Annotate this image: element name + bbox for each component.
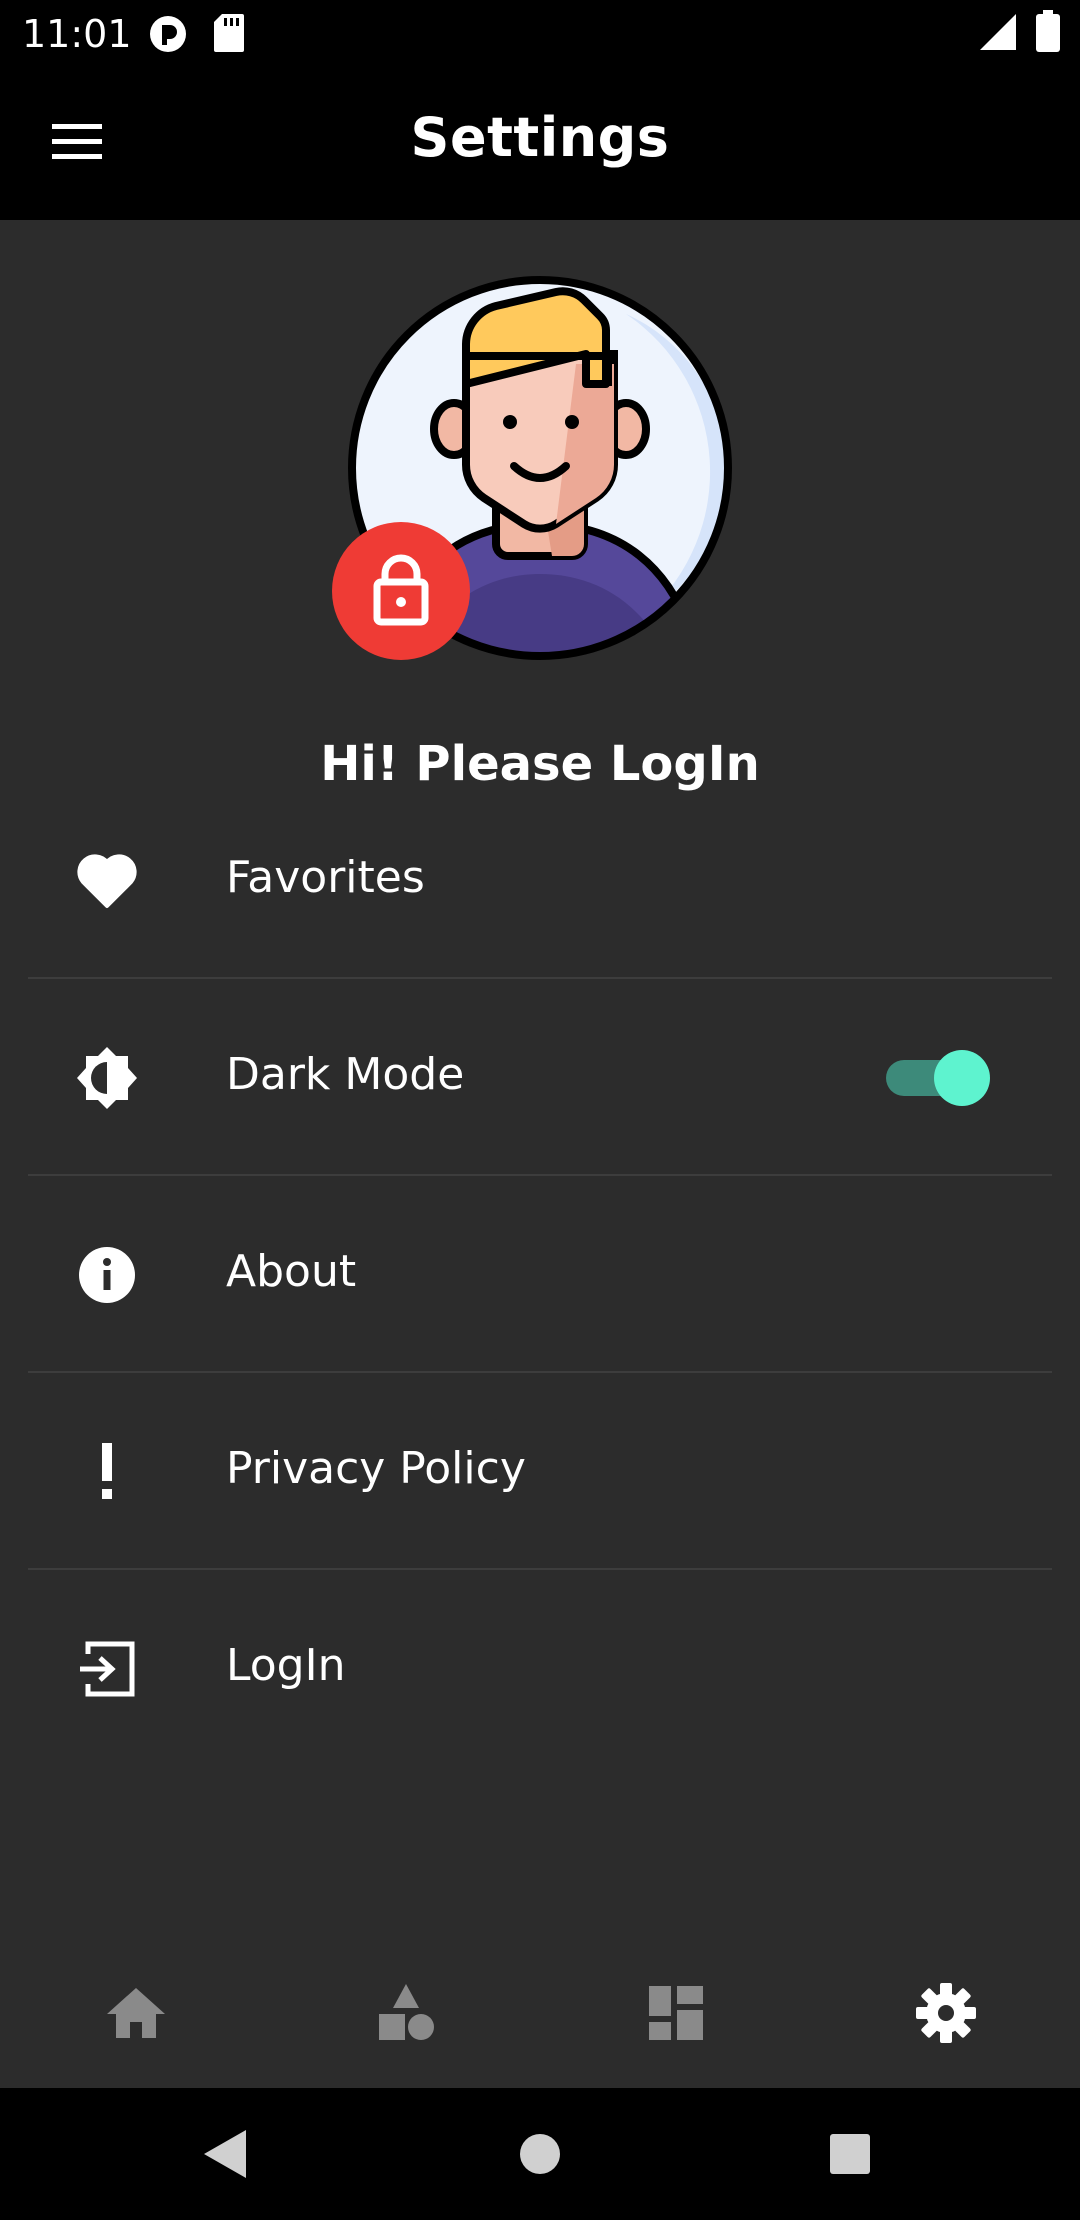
battery-icon (1036, 10, 1060, 56)
shapes-icon (379, 1984, 434, 2040)
back-triangle-icon (204, 2130, 246, 2178)
notification-icon (148, 14, 188, 58)
home-icon (107, 1988, 165, 2038)
settings-item-about[interactable]: About (28, 1176, 1052, 1373)
recents-square-icon (830, 2134, 870, 2174)
home-button[interactable] (518, 2132, 562, 2180)
status-time: 11:01 (22, 12, 132, 56)
lock-badge[interactable] (332, 522, 470, 660)
settings-screen: 11:01 Settings Hi! Please LogIn Favorite… (0, 0, 1080, 2220)
lock-icon (373, 554, 429, 626)
settings-item-dark-mode[interactable]: Dark Mode (28, 979, 1052, 1176)
system-nav-bar (0, 2088, 1080, 2220)
dashboard-icon (649, 1986, 703, 2040)
page-title: Settings (410, 106, 670, 169)
back-button[interactable] (200, 2128, 250, 2184)
settings-item-label: Favorites (226, 852, 425, 903)
recents-button[interactable] (828, 2132, 872, 2180)
bottom-nav (0, 1944, 1080, 2088)
nav-categories[interactable] (371, 1978, 441, 2048)
settings-item-favorites[interactable]: Favorites (28, 782, 1052, 979)
exclamation-icon (74, 1439, 140, 1505)
nav-dashboard[interactable] (641, 1978, 711, 2048)
signal-icon (980, 14, 1016, 54)
home-circle-icon (520, 2134, 560, 2174)
app-bar: Settings (0, 66, 1080, 220)
login-icon (74, 1636, 140, 1702)
settings-item-login[interactable]: LogIn (28, 1570, 1052, 1767)
settings-item-label: About (226, 1246, 357, 1297)
nav-settings[interactable] (911, 1978, 981, 2048)
brightness-icon (74, 1045, 140, 1111)
heart-icon (74, 848, 140, 914)
toggle-thumb (934, 1050, 990, 1106)
settings-item-label: LogIn (226, 1640, 346, 1691)
settings-item-label: Privacy Policy (226, 1443, 526, 1494)
gear-icon (916, 1983, 976, 2043)
settings-item-privacy-policy[interactable]: Privacy Policy (28, 1373, 1052, 1570)
nav-home[interactable] (101, 1978, 171, 2048)
sd-card-icon (214, 14, 244, 56)
info-icon (74, 1242, 140, 1308)
status-bar: 11:01 (0, 0, 1080, 66)
dark-mode-toggle[interactable] (882, 1050, 992, 1106)
settings-item-label: Dark Mode (226, 1049, 465, 1100)
